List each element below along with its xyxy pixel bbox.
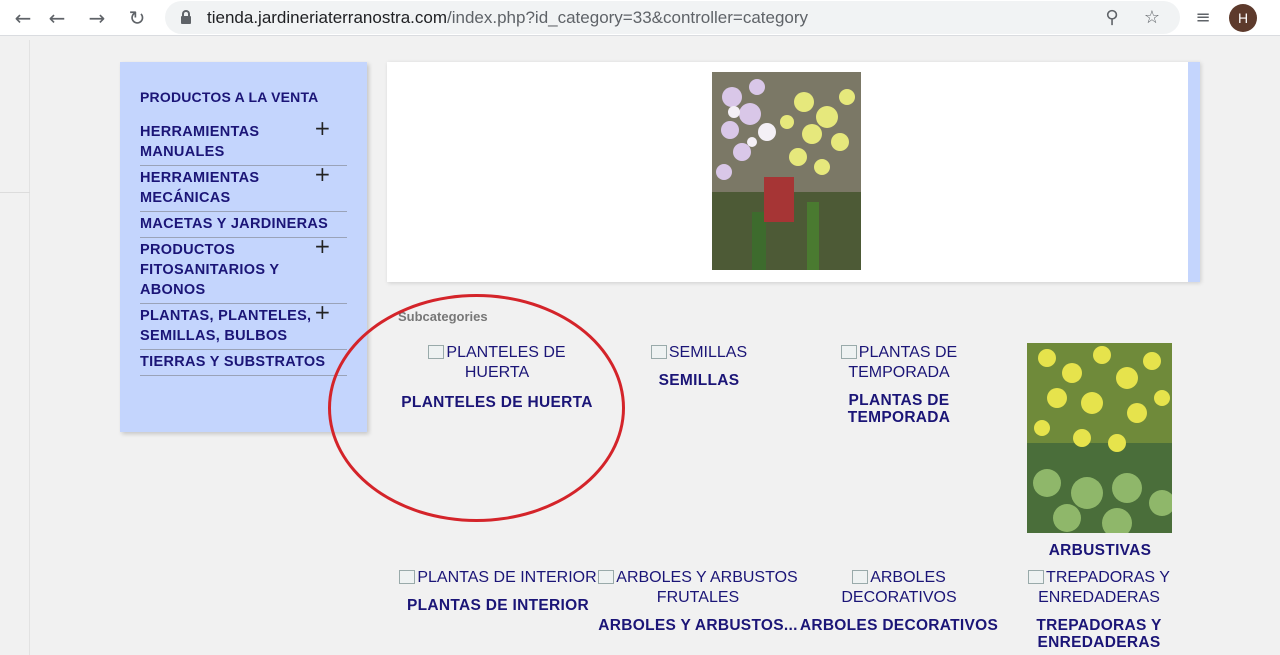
- subcategory-plantas-de-interior[interactable]: PLANTAS DE INTERIOR PLANTAS DE INTERIOR: [398, 568, 598, 614]
- expand-plus-icon[interactable]: +: [314, 302, 331, 322]
- subcategory-name[interactable]: TREPADORAS Y ENREDADERAS: [998, 617, 1200, 651]
- image-alt-text: TREPADORAS Y ENREDADERAS: [1038, 569, 1170, 606]
- page-content: PRODUCTOS A LA VENTA HERRAMIENTAS MANUAL…: [0, 40, 1280, 655]
- subcategory-image-broken[interactable]: ARBOLES DECORATIVOS: [798, 568, 1000, 608]
- left-gutter: [0, 40, 30, 655]
- subcategory-semillas[interactable]: SEMILLAS SEMILLAS: [648, 343, 750, 389]
- menu-item-label: PRODUCTOS FITOSANITARIOS Y ABONOS: [140, 242, 280, 298]
- subcategory-arboles-y-arbustos-frutales[interactable]: ARBOLES Y ARBUSTOS FRUTALES ARBOLES Y AR…: [598, 568, 798, 634]
- image-alt-text: SEMILLAS: [668, 344, 748, 361]
- url-path: /index.php?id_category=33&controller=cat…: [447, 8, 809, 27]
- menu-item-label: PLANTAS, PLANTELES, SEMILLAS, BULBOS: [140, 308, 312, 344]
- broken-image-icon: [840, 345, 857, 359]
- subcategory-image-broken[interactable]: PLANTAS DE INTERIOR: [398, 568, 598, 588]
- banner-accent-bar: [1188, 62, 1200, 282]
- subcategory-plantas-de-temporada[interactable]: PLANTAS DE TEMPORADA PLANTAS DE TEMPORAD…: [798, 343, 1000, 426]
- address-bar[interactable]: tienda.jardineriaterranostra.com/index.p…: [165, 1, 1180, 34]
- sidebar-title: PRODUCTOS A LA VENTA: [140, 89, 319, 105]
- bookmark-star-icon[interactable]: ☆: [1139, 5, 1165, 31]
- broken-image-icon: [428, 345, 445, 359]
- menu-item-label: TIERRAS Y SUBSTRATOS: [140, 354, 326, 370]
- subcategory-name[interactable]: ARBOLES Y ARBUSTOS...: [598, 617, 798, 634]
- subcategory-name[interactable]: PLANTAS DE TEMPORADA: [798, 392, 1000, 426]
- image-alt-text: PLANTELES DE HUERTA: [446, 344, 566, 381]
- subcategory-name[interactable]: PLANTELES DE HUERTA: [397, 394, 597, 411]
- category-menu: HERRAMIENTAS MANUALES + HERRAMIENTAS MEC…: [140, 118, 347, 376]
- subcategory-image-broken[interactable]: ARBOLES Y ARBUSTOS FRUTALES: [598, 568, 798, 608]
- zoom-icon[interactable]: ⚲: [1099, 5, 1125, 31]
- menu-item-tierras-y-substratos[interactable]: TIERRAS Y SUBSTRATOS: [140, 350, 347, 376]
- subcategory-arbustivas[interactable]: ARBUSTIVAS: [1000, 542, 1200, 559]
- subcategory-name[interactable]: ARBOLES DECORATIVOS: [798, 617, 1000, 634]
- menu-item-plantas-planteles[interactable]: PLANTAS, PLANTELES, SEMILLAS, BULBOS +: [140, 302, 347, 350]
- menu-item-productos-fitosanitarios[interactable]: PRODUCTOS FITOSANITARIOS Y ABONOS +: [140, 236, 347, 304]
- menu-item-herramientas-mecanicas[interactable]: HERRAMIENTAS MECÁNICAS +: [140, 164, 347, 212]
- broken-image-icon: [399, 570, 416, 584]
- subcategories-heading: Subcategories: [398, 309, 488, 324]
- arbustivas-photo[interactable]: [1027, 343, 1172, 533]
- url-host: tienda.jardineriaterranostra.com: [207, 8, 448, 27]
- back-icon[interactable]: ←: [44, 5, 70, 31]
- menu-item-label: HERRAMIENTAS MANUALES: [140, 124, 260, 160]
- menu-item-label: HERRAMIENTAS MECÁNICAS: [140, 170, 260, 206]
- subcategory-name[interactable]: PLANTAS DE INTERIOR: [398, 597, 598, 614]
- broken-image-icon: [650, 345, 667, 359]
- broken-image-icon: [852, 570, 869, 584]
- broken-image-icon: [1028, 570, 1045, 584]
- forward-icon[interactable]: →: [84, 5, 110, 31]
- browser-toolbar: ← ← → ↻ tienda.jardineriaterranostra.com…: [0, 0, 1280, 36]
- orchid-photo: [712, 72, 861, 270]
- subcategory-trepadoras-y-enredaderas[interactable]: TREPADORAS Y ENREDADERAS TREPADORAS Y EN…: [998, 568, 1200, 651]
- expand-plus-icon[interactable]: +: [314, 236, 331, 256]
- expand-plus-icon[interactable]: +: [314, 118, 331, 138]
- menu-item-label: MACETAS Y JARDINERAS: [140, 216, 329, 232]
- subcategory-name[interactable]: SEMILLAS: [648, 372, 750, 389]
- subcategory-image-broken[interactable]: PLANTAS DE TEMPORADA: [798, 343, 1000, 383]
- broken-image-icon: [598, 570, 615, 584]
- image-alt-text: ARBOLES Y ARBUSTOS FRUTALES: [616, 569, 798, 606]
- subcategory-planteles-de-huerta[interactable]: PLANTELES DE HUERTA PLANTELES DE HUERTA: [397, 343, 597, 411]
- subcategory-image-broken[interactable]: TREPADORAS Y ENREDADERAS: [998, 568, 1200, 608]
- url-text[interactable]: tienda.jardineriaterranostra.com/index.p…: [207, 8, 808, 28]
- reading-list-icon[interactable]: ≡: [1190, 5, 1216, 31]
- category-sidebar: PRODUCTOS A LA VENTA HERRAMIENTAS MANUAL…: [120, 62, 367, 432]
- back-history-icon[interactable]: ←: [10, 5, 36, 31]
- subcategory-arboles-decorativos[interactable]: ARBOLES DECORATIVOS ARBOLES DECORATIVOS: [798, 568, 1000, 634]
- menu-item-herramientas-manuales[interactable]: HERRAMIENTAS MANUALES +: [140, 118, 347, 166]
- expand-plus-icon[interactable]: +: [314, 164, 331, 184]
- subcategory-name[interactable]: ARBUSTIVAS: [1000, 542, 1200, 559]
- category-banner: [387, 62, 1200, 282]
- image-alt-text: PLANTAS DE INTERIOR: [417, 569, 597, 586]
- lock-icon: [181, 10, 191, 24]
- subcategory-image-broken[interactable]: SEMILLAS: [648, 343, 750, 363]
- reload-icon[interactable]: ↻: [124, 5, 150, 31]
- subcategory-image-broken[interactable]: PLANTELES DE HUERTA: [397, 343, 597, 383]
- image-alt-text: PLANTAS DE TEMPORADA: [848, 344, 958, 381]
- profile-avatar[interactable]: H: [1229, 4, 1257, 32]
